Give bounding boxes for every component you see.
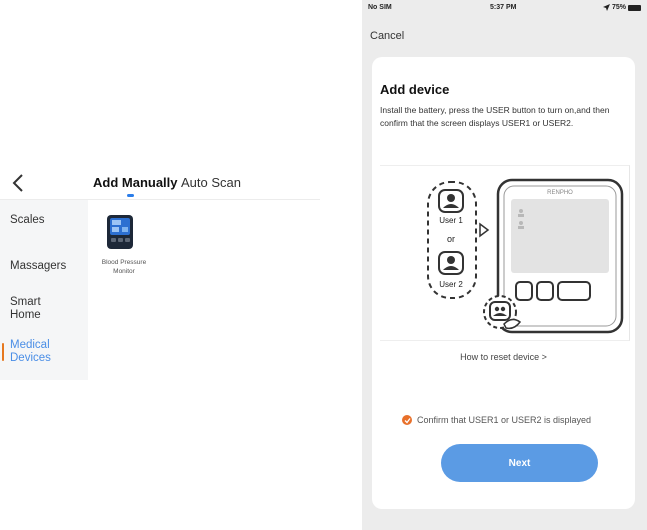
sidebar-item-medical-devices[interactable]: Medical Devices — [10, 339, 70, 365]
device-tile-blood-pressure-monitor[interactable]: Blood Pressure Monitor — [96, 212, 152, 282]
battery-icon — [628, 4, 641, 11]
sidebar-item-smart-home[interactable]: Smart Home — [10, 296, 70, 322]
sidebar-item-scales[interactable]: Scales — [10, 214, 45, 227]
category-sidebar: Scales Massagers Smart Home Medical Devi… — [0, 200, 88, 380]
active-tab-indicator — [127, 194, 134, 197]
or-label: or — [447, 234, 455, 244]
instruction-text: Install the battery, press the USER butt… — [380, 105, 610, 128]
reset-device-link[interactable]: How to reset device > — [372, 352, 635, 362]
location-arrow-icon — [602, 4, 610, 11]
add-device-card: Add device Install the battery, press th… — [372, 57, 635, 509]
checkmark-icon[interactable] — [402, 415, 412, 425]
user1-label: User 1 — [439, 216, 463, 225]
status-right: 75% — [602, 4, 641, 11]
status-time: 5:37 PM — [490, 4, 517, 11]
active-category-indicator — [2, 343, 4, 361]
add-device-category-screen: Add Manually Auto Scan Scales Massagers … — [0, 0, 330, 530]
device-illustration: User 1 or User 2 RENPHO — [380, 165, 630, 341]
battery-percent: 75% — [611, 4, 626, 11]
page-title: Add device — [380, 82, 450, 97]
tab-add-manually[interactable]: Add Manually — [93, 175, 178, 190]
confirm-checkbox-row[interactable]: Confirm that USER1 or USER2 is displayed — [402, 415, 591, 425]
status-carrier: No SIM — [368, 4, 392, 11]
user-button-illustration: User 1 or User 2 RENPHO — [427, 178, 624, 334]
status-bar: No SIM 5:37 PM 75% — [362, 0, 647, 16]
back-chevron-icon[interactable] — [10, 172, 28, 194]
sidebar-item-massagers[interactable]: Massagers — [10, 260, 66, 273]
device-brand: RENPHO — [547, 190, 573, 196]
device-label: Blood Pressure Monitor — [101, 259, 147, 275]
confirm-text: Confirm that USER1 or USER2 is displayed — [417, 415, 592, 425]
add-device-instructions-screen: No SIM 5:37 PM 75% Cancel Add device Ins… — [362, 0, 647, 530]
user2-label: User 2 — [439, 280, 463, 289]
tab-auto-scan[interactable]: Auto Scan — [181, 175, 241, 190]
cancel-button[interactable]: Cancel — [370, 30, 404, 42]
blood-pressure-monitor-icon — [107, 215, 133, 249]
next-button[interactable]: Next — [441, 444, 598, 482]
